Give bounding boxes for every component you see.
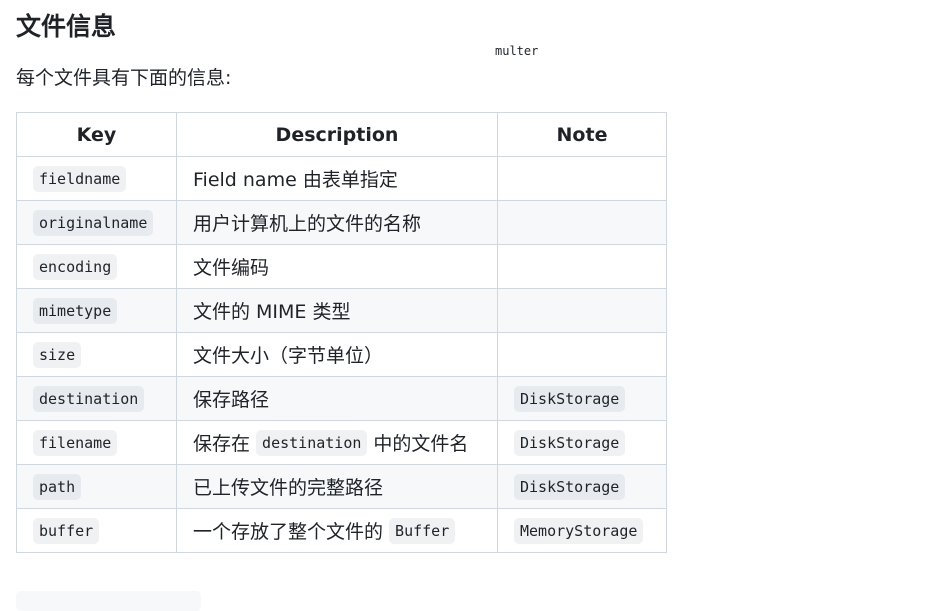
note-cell: DiskStorage (497, 376, 667, 421)
description-cell: 保存路径 (176, 376, 498, 421)
description-cell: 文件的 MIME 类型 (176, 288, 498, 333)
note-code: DiskStorage (514, 473, 626, 500)
table-row: encoding 文件编码 (16, 244, 667, 289)
key-code: mimetype (33, 297, 118, 324)
code-block-edge (16, 591, 201, 611)
table-row: path 已上传文件的完整路径 DiskStorage (16, 464, 667, 509)
table-body: fieldname Field name 由表单指定 originalname 用户计… (16, 156, 667, 553)
key-code: destination (33, 385, 145, 412)
description-cell: 文件大小（字节单位） (176, 332, 498, 377)
table-header-row: Key Description Note (16, 112, 667, 157)
description-cell: 文件编码 (176, 244, 498, 289)
description-cell: 用户计算机上的文件的名称 (176, 200, 498, 245)
key-cell: buffer (16, 508, 177, 553)
description-cell: Field name 由表单指定 (176, 156, 498, 201)
description-text: 中的文件名 (367, 433, 469, 455)
description-code: Buffer (389, 517, 456, 544)
description-text: 文件的 MIME 类型 (193, 301, 351, 323)
key-cell: mimetype (16, 288, 177, 333)
key-cell: filename (16, 420, 177, 465)
note-code: MemoryStorage (514, 517, 644, 544)
key-code: originalname (33, 209, 154, 236)
table-row: fieldname Field name 由表单指定 (16, 156, 667, 201)
key-code: encoding (33, 253, 118, 280)
key-code: path (33, 473, 82, 500)
note-code: DiskStorage (514, 385, 626, 412)
note-cell: DiskStorage (497, 464, 667, 509)
file-info-table: Key Description Note fieldname Field name… (16, 112, 667, 553)
note-cell (497, 332, 667, 377)
description-text: 保存路径 (193, 389, 270, 411)
description-code: destination (256, 429, 368, 456)
table-row: mimetype 文件的 MIME 类型 (16, 288, 667, 333)
key-cell: originalname (16, 200, 177, 245)
header-description: Description (176, 112, 498, 157)
description-text: Field name 由表单指定 (193, 169, 398, 191)
note-cell (497, 288, 667, 333)
description-text: 一个存放了整个文件的 (193, 521, 390, 543)
description-text: 用户计算机上的文件的名称 (193, 213, 422, 235)
floating-code-label: multer (495, 44, 539, 58)
table-row: originalname 用户计算机上的文件的名称 (16, 200, 667, 245)
key-code: buffer (33, 517, 100, 544)
table-row: buffer 一个存放了整个文件的 Buffer MemoryStorage (16, 508, 667, 553)
key-code: size (33, 341, 82, 368)
key-code: filename (33, 429, 118, 456)
note-code: DiskStorage (514, 429, 626, 456)
key-cell: path (16, 464, 177, 509)
table-header: Key Description Note (16, 112, 667, 157)
note-cell (497, 156, 667, 201)
table-row: destination 保存路径 DiskStorage (16, 376, 667, 421)
table-row: filename 保存在 destination 中的文件名 DiskStorage (16, 420, 667, 465)
key-cell: destination (16, 376, 177, 421)
note-cell (497, 200, 667, 245)
header-note: Note (497, 112, 667, 157)
key-cell: encoding (16, 244, 177, 289)
description-cell: 保存在 destination 中的文件名 (176, 420, 498, 465)
description-cell: 已上传文件的完整路径 (176, 464, 498, 509)
note-cell: DiskStorage (497, 420, 667, 465)
header-key: Key (16, 112, 177, 157)
table-row: size 文件大小（字节单位） (16, 332, 667, 377)
intro-text: 每个文件具有下面的信息: (16, 67, 232, 89)
description-text: 文件编码 (193, 257, 270, 279)
description-cell: 一个存放了整个文件的 Buffer (176, 508, 498, 553)
description-text: 保存在 (193, 433, 257, 455)
section-title: 文件信息 (16, 12, 117, 41)
note-cell (497, 244, 667, 289)
description-text: 文件大小（字节单位） (193, 345, 384, 367)
key-cell: fieldname (16, 156, 177, 201)
description-text: 已上传文件的完整路径 (193, 477, 384, 499)
key-code: fieldname (33, 165, 127, 192)
key-cell: size (16, 332, 177, 377)
note-cell: MemoryStorage (497, 508, 667, 553)
